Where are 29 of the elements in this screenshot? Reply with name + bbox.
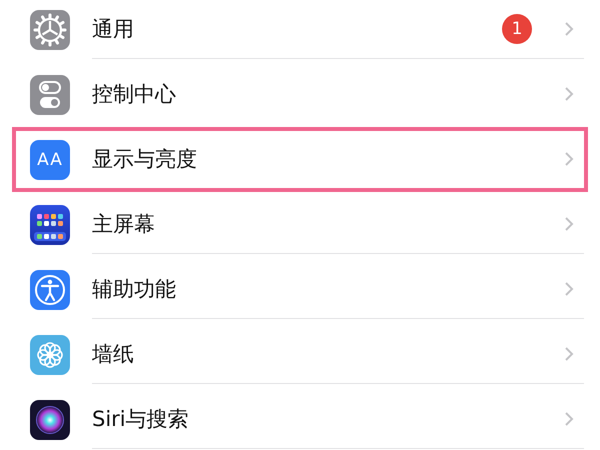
notification-badge: 1 bbox=[502, 14, 532, 44]
item-label: 主屏幕 bbox=[92, 211, 156, 238]
settings-row[interactable]: 控制中心 bbox=[12, 62, 588, 127]
chevron-icon bbox=[564, 411, 574, 427]
settings-row[interactable]: Siri与搜索 bbox=[12, 387, 588, 450]
item-label: Siri与搜索 bbox=[92, 406, 190, 433]
chevron-icon bbox=[564, 151, 574, 167]
settings-row[interactable]: 辅助功能 bbox=[12, 257, 588, 322]
app-grid-icon bbox=[30, 204, 70, 244]
chevron-icon bbox=[564, 86, 574, 102]
chevron-icon bbox=[564, 281, 574, 297]
text-size-icon: AA bbox=[30, 140, 70, 180]
gear-icon bbox=[30, 10, 70, 50]
orb-icon bbox=[30, 400, 70, 440]
item-label: 控制中心 bbox=[92, 81, 177, 108]
chevron-icon bbox=[564, 346, 574, 362]
item-label: 墙纸 bbox=[92, 341, 135, 368]
item-label: 显示与亮度 bbox=[92, 146, 198, 173]
settings-row[interactable]: AA 显示与亮度 bbox=[12, 127, 588, 192]
settings-row[interactable]: 通用 1 bbox=[12, 0, 588, 62]
toggle-icon bbox=[30, 74, 70, 114]
chevron-icon bbox=[564, 21, 574, 37]
item-label: 通用 bbox=[92, 16, 135, 43]
item-label: 辅助功能 bbox=[92, 276, 177, 303]
accessibility-icon bbox=[30, 270, 70, 310]
settings-row[interactable]: 主屏幕 bbox=[12, 192, 588, 257]
flower-icon bbox=[30, 334, 70, 374]
chevron-icon bbox=[564, 216, 574, 232]
settings-row[interactable]: 墙纸 bbox=[12, 322, 588, 387]
